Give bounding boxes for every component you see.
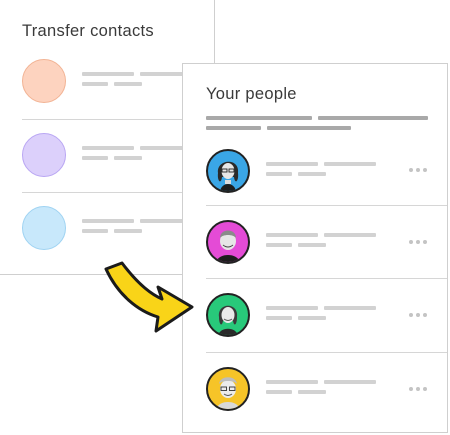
person-photo-icon [206,367,250,411]
text-placeholder [266,233,318,237]
text-placeholder [266,390,292,394]
person-photo-icon [206,220,250,264]
text-placeholder [140,72,184,76]
contact-placeholder-avatar [22,133,66,177]
person-row[interactable] [183,205,447,279]
text-placeholder [324,162,376,166]
your-people-card: Your people [182,63,448,433]
text-placeholder [298,316,326,320]
subtitle-placeholder [206,126,261,130]
subtitle-placeholder [267,126,351,130]
text-placeholder [324,233,376,237]
person-row[interactable] [183,278,447,352]
text-placeholder [140,146,184,150]
curved-arrow-icon [104,261,194,333]
subtitle-placeholder [318,116,428,120]
text-placeholder [266,380,318,384]
text-placeholder [114,156,142,160]
text-placeholder [266,243,292,247]
person-row[interactable] [183,352,447,426]
text-placeholder [324,380,376,384]
person-photo-icon [206,149,250,193]
subtitle-placeholder [206,116,312,120]
text-placeholder [140,219,184,223]
text-placeholder [114,82,142,86]
text-placeholder [82,156,108,160]
text-placeholder [114,229,142,233]
more-options-icon[interactable] [409,168,427,172]
person-photo-icon [206,293,250,337]
text-placeholder [82,219,134,223]
text-placeholder [298,243,326,247]
text-placeholder [82,72,134,76]
more-options-icon[interactable] [409,313,427,317]
more-options-icon[interactable] [409,240,427,244]
person-row[interactable] [183,136,447,210]
more-options-icon[interactable] [409,387,427,391]
contact-placeholder-avatar [22,59,66,103]
card-title: Your people [206,85,297,103]
card-title: Transfer contacts [22,22,154,40]
text-placeholder [266,172,292,176]
text-placeholder [82,146,134,150]
text-placeholder [82,229,108,233]
text-placeholder [266,306,318,310]
text-placeholder [266,316,292,320]
text-placeholder [298,172,326,176]
text-placeholder [298,390,326,394]
text-placeholder [266,162,318,166]
contact-placeholder-avatar [22,206,66,250]
text-placeholder [324,306,376,310]
text-placeholder [82,82,108,86]
